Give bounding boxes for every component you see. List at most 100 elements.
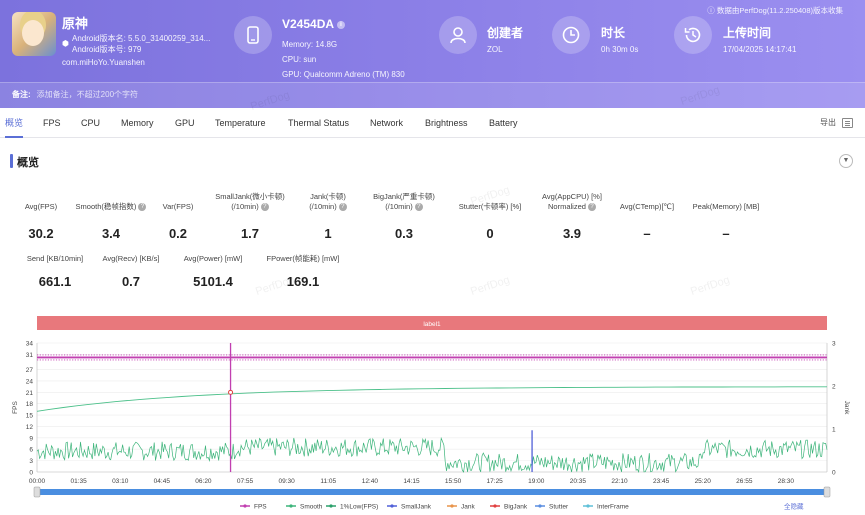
legend-label: BigJank xyxy=(504,504,528,511)
export-icon xyxy=(842,117,853,128)
app-package: com.miHoYo.Yuanshen xyxy=(62,58,145,67)
section-accent xyxy=(10,154,13,168)
tab-network[interactable]: Network xyxy=(370,108,403,138)
tab-battery[interactable]: Battery xyxy=(489,108,518,138)
metric-smalljank: SmallJank(微小卡顿) (/10min) ? 1.7 xyxy=(215,192,285,241)
source-note: ⓘ 数据由PerfDog(11.2.250408)版本收集 xyxy=(707,6,843,15)
legend-label: Stutter xyxy=(549,504,569,511)
note-placeholder[interactable]: 添加备注，不超过200个字符 xyxy=(37,90,138,99)
legend-label: InterFrame xyxy=(597,504,629,511)
help-icon[interactable]: ? xyxy=(338,203,347,212)
y-tick-label: 34 xyxy=(26,341,34,348)
legend-label: Jank xyxy=(461,504,475,511)
y-tick-label: 27 xyxy=(26,367,34,374)
app-icon xyxy=(12,12,56,56)
y-right-tick-label: 0 xyxy=(832,470,836,477)
collapse-button[interactable]: ▼ xyxy=(839,154,853,168)
legend-dot xyxy=(243,504,247,508)
interframe-line xyxy=(36,436,828,473)
section-title: 概览 xyxy=(17,157,39,169)
legend-label: Smooth xyxy=(300,504,323,511)
x-tick-label: 12:40 xyxy=(362,478,379,485)
device-gpu: GPU: Qualcomm Adreno (TM) 830 xyxy=(282,70,405,79)
metric-ctemp: Avg(CTemp)[℃] – xyxy=(619,202,675,241)
y-tick-label: 12 xyxy=(26,424,34,431)
watermark: PerfDog xyxy=(689,274,732,298)
y-tick-label: 18 xyxy=(26,401,34,408)
x-tick-label: 14:15 xyxy=(403,478,420,485)
help-icon[interactable]: ? xyxy=(414,203,423,212)
device-model: V2454DA i xyxy=(282,17,345,31)
x-tick-label: 01:35 xyxy=(70,478,87,485)
x-tick-label: 03:10 xyxy=(112,478,129,485)
legend-dot xyxy=(586,504,590,508)
x-tick-label: 25:20 xyxy=(695,478,712,485)
legend-label: SmallJank xyxy=(401,504,432,511)
x-tick-label: 00:00 xyxy=(29,478,46,485)
x-tick-label: 22:10 xyxy=(611,478,628,485)
hide-all-button[interactable]: 全隐藏 xyxy=(784,502,804,511)
x-tick-label: 15:50 xyxy=(445,478,462,485)
x-tick-label: 26:55 xyxy=(736,478,753,485)
note-label: 备注: xyxy=(12,90,31,99)
note-bar[interactable]: 备注: 添加备注，不超过200个字符 xyxy=(0,82,865,108)
y-tick-label: 0 xyxy=(29,470,33,477)
y-right-tick-label: 2 xyxy=(832,384,836,391)
history-icon xyxy=(674,16,712,54)
legend-dot xyxy=(329,504,333,508)
performance-chart[interactable]: label1036912151821242731340123FPS Jank00:… xyxy=(0,312,865,515)
info-circle-icon: ⓘ xyxy=(707,6,717,15)
legend-dot xyxy=(493,504,497,508)
legend-label: 1%Low(FPS) xyxy=(340,504,378,511)
tab-cpu[interactable]: CPU xyxy=(81,108,100,138)
x-tick-label: 04:45 xyxy=(154,478,171,485)
y-tick-label: 3 xyxy=(29,458,33,465)
metric-power: Avg(Power) [mW] 5101.4 xyxy=(183,254,243,289)
tab-overview[interactable]: 概览 xyxy=(5,108,24,138)
metric-stutter: Stutter(卡顿率) [%] 0 xyxy=(458,202,522,241)
metric-peak-memory: Peak(Memory) [MB] – xyxy=(692,202,760,241)
creator-title: 创建者 xyxy=(487,26,524,40)
upload-value: 17/04/2025 14:17:41 xyxy=(723,45,797,54)
tab-brightness[interactable]: Brightness xyxy=(425,108,468,138)
y-axis-label: FPS xyxy=(12,401,19,414)
app-build: Android版本号: 979 xyxy=(72,45,142,54)
range-scrollbar xyxy=(37,489,827,495)
y-tick-label: 31 xyxy=(26,352,34,359)
legend-dot xyxy=(538,504,542,508)
device-memory: Memory: 14.8G xyxy=(282,40,338,49)
info-icon[interactable]: i xyxy=(336,20,345,29)
report-header: 原神 ⬢ Android版本名: 5.5.0_31400259_314... A… xyxy=(0,0,865,108)
metric-recv: Avg(Recv) [KB/s] 0.7 xyxy=(102,254,160,289)
x-tick-label: 19:00 xyxy=(528,478,545,485)
user-icon xyxy=(439,16,477,54)
y-right-axis-label: Jank xyxy=(843,401,850,415)
label-band-text: label1 xyxy=(423,321,441,328)
bigjank-marker xyxy=(228,389,234,395)
y-tick-label: 24 xyxy=(26,378,34,385)
help-icon[interactable]: ? xyxy=(588,203,597,212)
legend-dot xyxy=(390,504,394,508)
tab-memory[interactable]: Memory xyxy=(121,108,154,138)
metric-bigjank: BigJank(严重卡顿) (/10min) ? 0.3 xyxy=(373,192,435,241)
legend-label: FPS xyxy=(254,504,267,511)
y-tick-label: 21 xyxy=(26,390,34,397)
tab-temperature[interactable]: Temperature xyxy=(215,108,266,138)
app-name: 原神 xyxy=(62,16,89,31)
tab-thermal-status[interactable]: Thermal Status xyxy=(288,108,349,138)
tab-gpu[interactable]: GPU xyxy=(175,108,195,138)
device-cpu: CPU: sun xyxy=(282,55,317,64)
help-icon[interactable]: ? xyxy=(260,203,269,212)
export-button[interactable]: 导出 xyxy=(820,108,853,138)
y-right-tick-label: 3 xyxy=(832,341,836,348)
legend-dot xyxy=(450,504,454,508)
duration-value: 0h 30m 0s xyxy=(601,45,639,54)
x-tick-label: 07:55 xyxy=(237,478,254,485)
smooth-line xyxy=(36,386,827,412)
tab-fps[interactable]: FPS xyxy=(43,108,61,138)
clock-icon xyxy=(552,16,590,54)
metric-fpower: FPower(帧能耗) [mW] 169.1 xyxy=(266,254,340,289)
duration-title: 时长 xyxy=(601,26,626,40)
x-tick-label: 11:05 xyxy=(320,478,336,485)
y-tick-label: 6 xyxy=(29,447,33,454)
